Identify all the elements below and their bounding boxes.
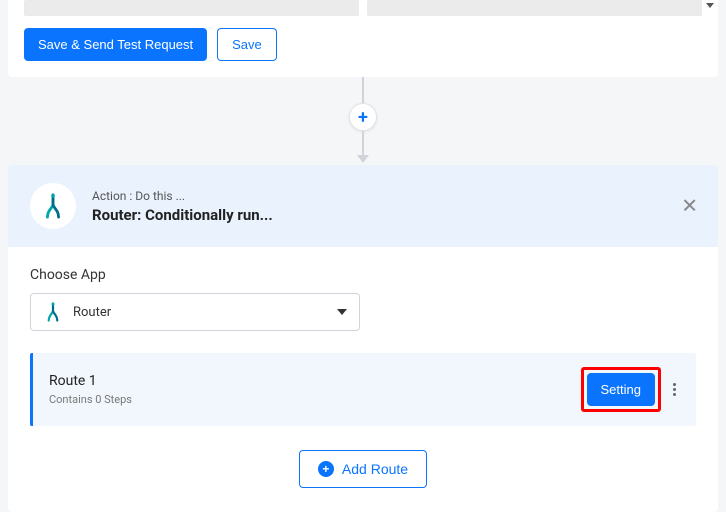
route-item: Route 1 Contains 0 Steps Setting: [30, 353, 696, 426]
top-step-card: Save & Send Test Request Save: [8, 0, 718, 77]
add-route-row: + Add Route: [30, 450, 696, 488]
router-icon: [43, 302, 63, 322]
button-row: Save & Send Test Request Save: [24, 28, 702, 61]
step-connector: +: [0, 77, 726, 165]
action-header: Action : Do this ... Router: Conditional…: [8, 165, 718, 247]
left-input-placeholder[interactable]: [24, 0, 359, 16]
action-card: Action : Do this ... Router: Conditional…: [8, 165, 718, 512]
route-setting-button[interactable]: Setting: [587, 373, 655, 406]
choose-app-select[interactable]: Router: [30, 293, 360, 331]
chevron-down-icon: [337, 309, 347, 315]
action-title: Router: Conditionally run...: [92, 206, 273, 224]
plus-circle-icon: +: [318, 461, 334, 477]
add-step-button[interactable]: +: [349, 103, 377, 131]
top-inputs-row: [24, 0, 702, 16]
route-menu-button[interactable]: [669, 379, 680, 400]
action-body: Choose App Router Route 1 Contains 0 Ste…: [8, 247, 718, 512]
choose-app-selected: Router: [73, 305, 327, 320]
add-route-button[interactable]: + Add Route: [299, 450, 427, 488]
save-button[interactable]: Save: [217, 28, 277, 61]
connector-line: [362, 77, 364, 103]
kebab-dot-icon: [673, 388, 676, 391]
kebab-dot-icon: [673, 393, 676, 396]
route-title: Route 1: [49, 373, 132, 389]
router-icon: [40, 193, 66, 219]
kebab-dot-icon: [673, 383, 676, 386]
router-app-icon: [30, 183, 76, 229]
arrow-down-icon: [357, 155, 369, 163]
plus-icon: +: [358, 107, 368, 128]
save-send-test-button[interactable]: Save & Send Test Request: [24, 28, 207, 61]
close-icon: ✕: [681, 196, 698, 218]
choose-app-label: Choose App: [30, 267, 696, 283]
connector-line: [362, 131, 364, 157]
setting-highlight: Setting: [581, 367, 661, 412]
route-info: Route 1 Contains 0 Steps: [49, 373, 132, 406]
add-route-label: Add Route: [342, 461, 408, 477]
close-button[interactable]: ✕: [681, 194, 698, 219]
route-subtitle: Contains 0 Steps: [49, 393, 132, 406]
chevron-down-icon: [706, 3, 714, 8]
action-subtitle: Action : Do this ...: [92, 189, 273, 203]
right-select-placeholder[interactable]: [367, 0, 702, 16]
action-header-text: Action : Do this ... Router: Conditional…: [92, 189, 273, 224]
route-actions: Setting: [581, 367, 680, 412]
